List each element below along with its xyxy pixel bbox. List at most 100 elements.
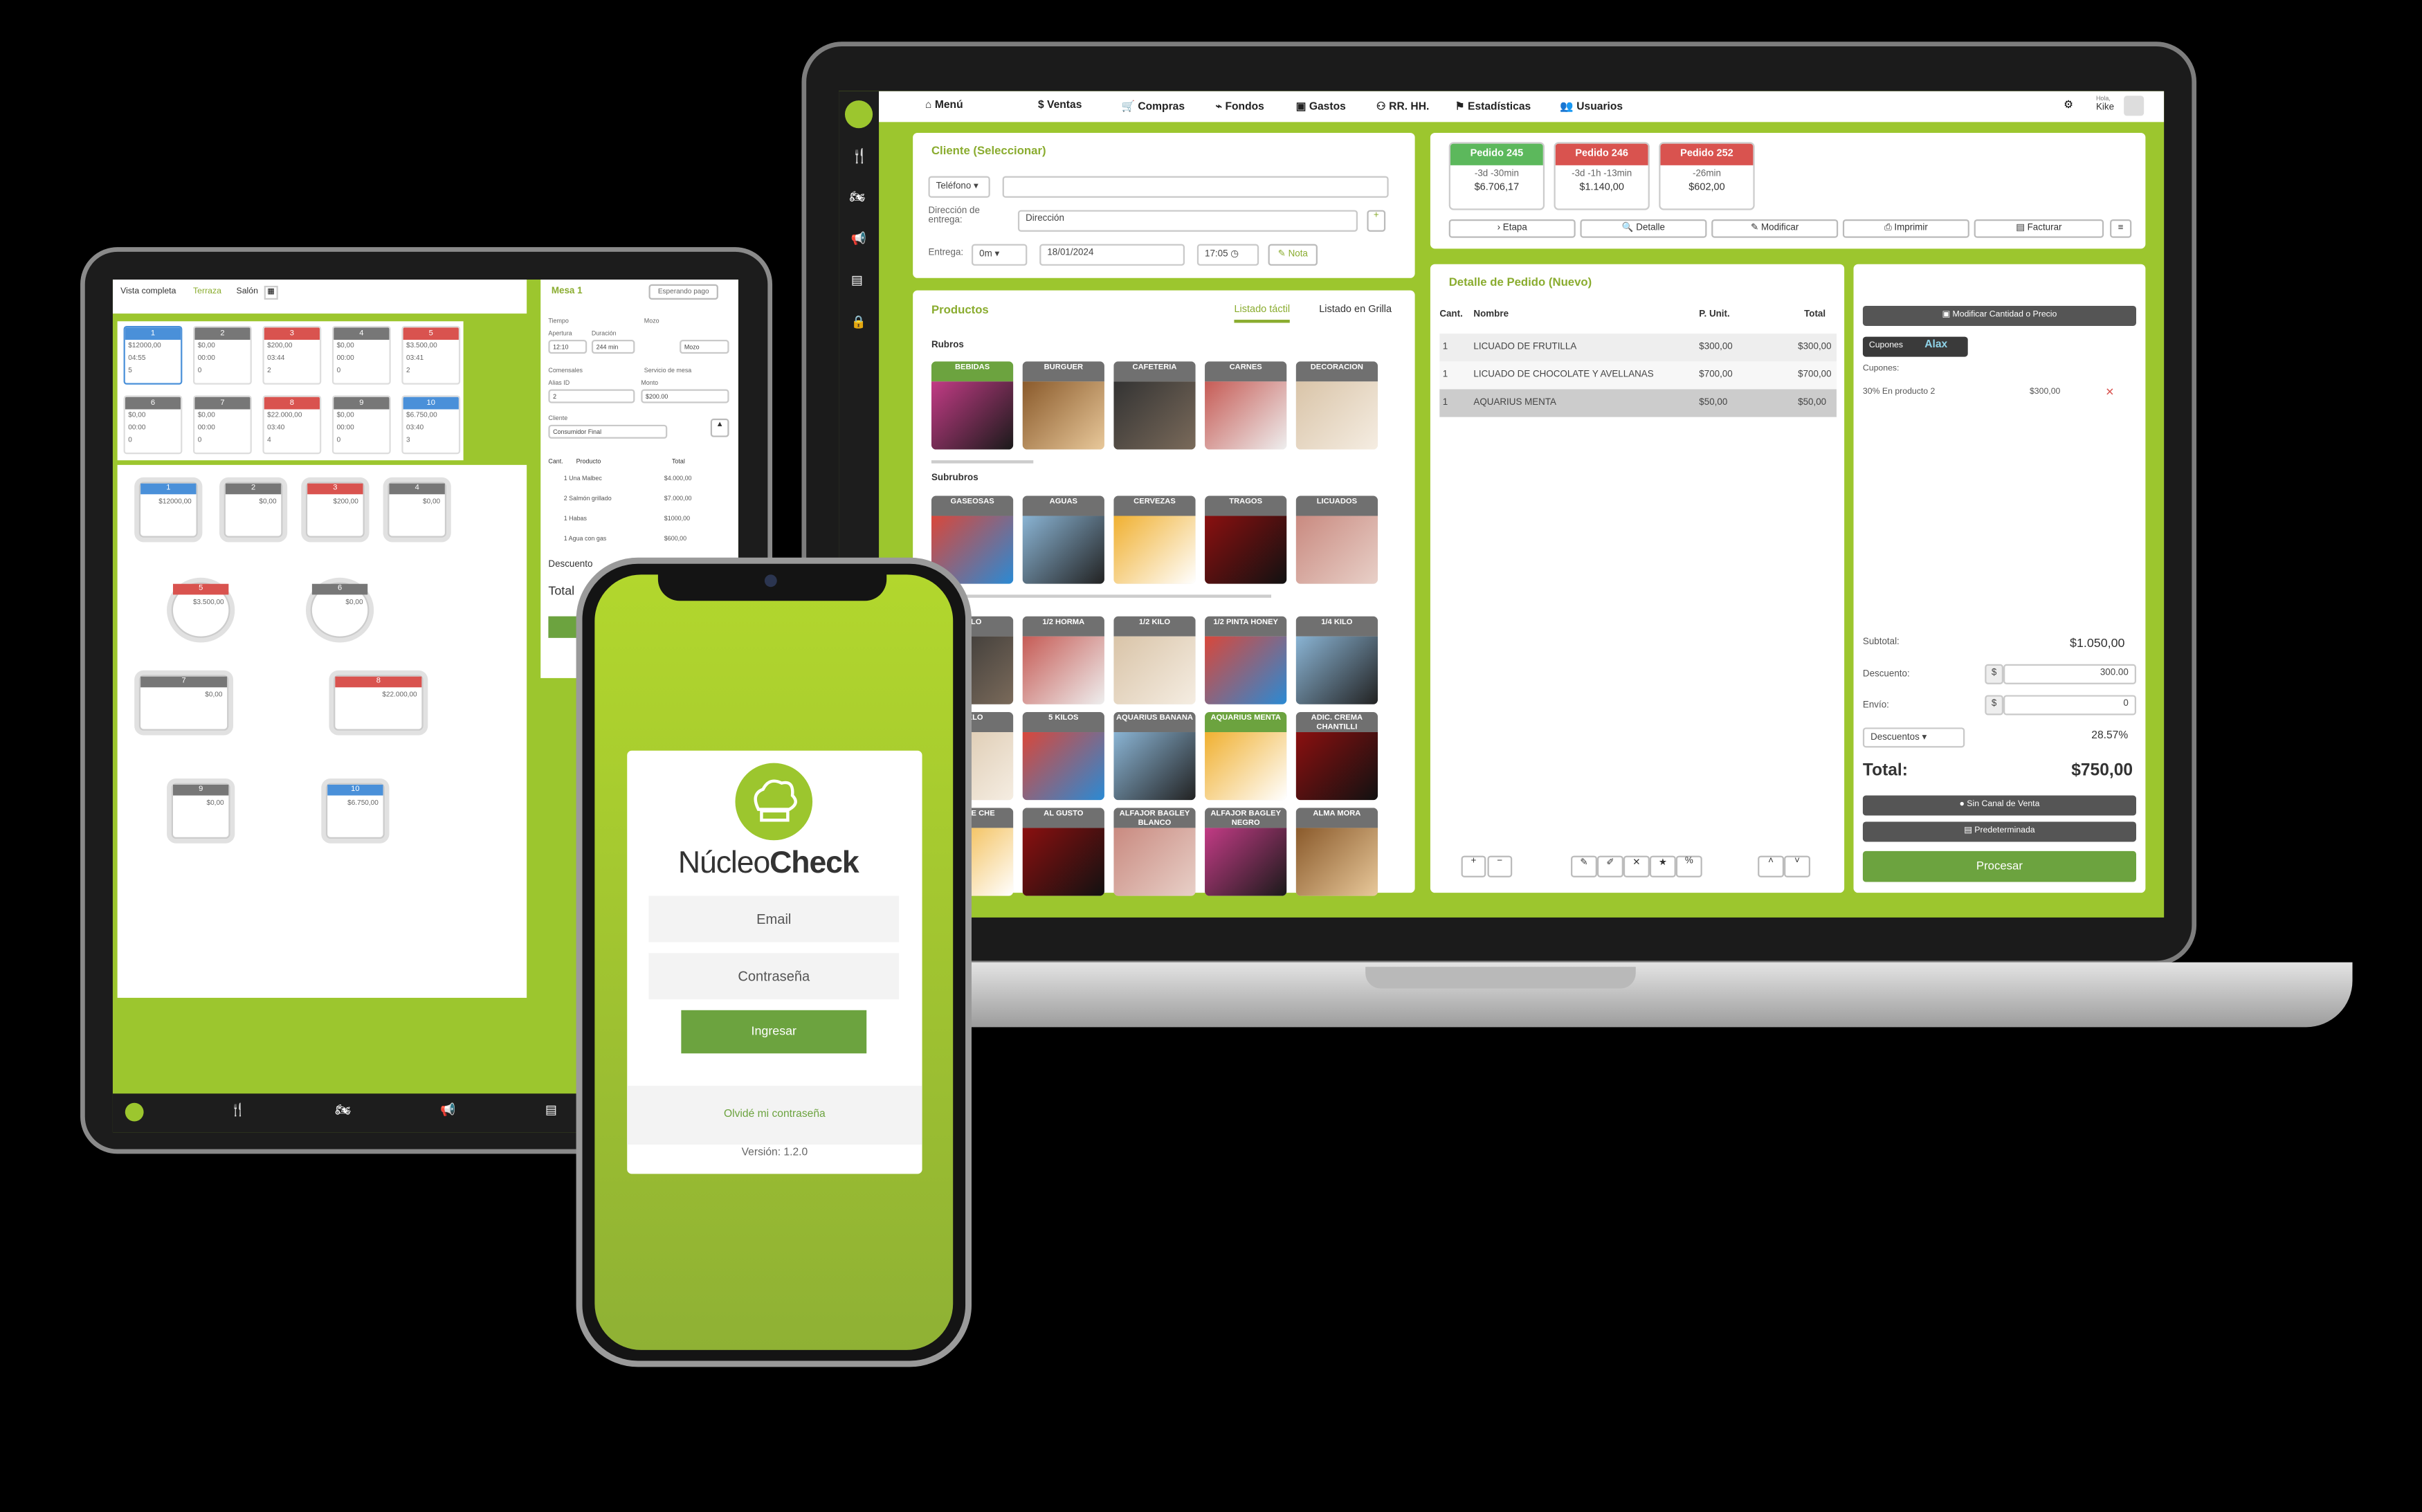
modify-qty-button[interactable]: ▣ Modificar Cantidad o Precio <box>1862 305 2136 326</box>
pencil-icon[interactable]: ✎ <box>1571 855 1597 877</box>
imprimir-button[interactable]: ⎙ Imprimir <box>1842 219 1969 238</box>
product-tile[interactable]: AQUARIUS BANANA <box>1113 711 1196 801</box>
product-tile[interactable]: CERVEZAS <box>1113 495 1196 584</box>
product-tile[interactable]: CAFETERIA <box>1113 361 1196 450</box>
table-row[interactable]: 1 LICUADO DE CHOCOLATE Y AVELLANAS $700,00… <box>1439 361 1837 390</box>
nav-ventas[interactable]: $ Ventas <box>1038 100 1082 111</box>
table-card[interactable]: 2 $0,00 00:00 0 <box>193 325 252 385</box>
cliente-field[interactable]: Consumidor Final <box>548 424 668 439</box>
product-tile[interactable]: AL GUSTO <box>1022 808 1104 896</box>
fork-knife-icon[interactable]: 🍴 <box>851 148 868 165</box>
settings-icon[interactable]: ⚙ <box>2064 99 2073 111</box>
table-card[interactable]: 10 $6.750,00 03:40 3 <box>401 395 461 455</box>
etapa-button[interactable]: › Etapa <box>1448 219 1576 238</box>
table-row[interactable]: 1 AQUARIUS MENTA $50,00 $50,00 <box>1439 389 1837 417</box>
megaphone-icon[interactable]: 📢 <box>851 232 866 246</box>
tab-terraza[interactable]: Terraza <box>193 287 221 296</box>
floor-table[interactable]: 9 $0,00 <box>171 783 230 839</box>
list-item[interactable]: 1 Habas $1000,00 <box>548 514 734 529</box>
nav-compras[interactable]: 🛒 Compras <box>1122 100 1185 113</box>
product-tile[interactable]: AGUAS <box>1022 495 1104 584</box>
star-icon[interactable]: ★ <box>1649 855 1676 877</box>
list-item[interactable]: 2 Salmón grillado $7.000,00 <box>548 494 734 509</box>
scrollbar[interactable] <box>931 460 1034 464</box>
address-select[interactable]: Dirección <box>1017 210 1358 232</box>
email-field[interactable]: Email <box>648 895 900 942</box>
floor-table[interactable]: 6 $0,00 <box>310 582 370 638</box>
tab-listado-grilla[interactable]: Listado en Grilla <box>1319 304 1392 316</box>
list-item[interactable]: 1 Agua con gas $600,00 <box>548 534 734 549</box>
avatar[interactable] <box>2124 95 2145 116</box>
floor-table[interactable]: 5 $3.500,00 <box>171 582 230 638</box>
forgot-password-link[interactable]: Olvidé mi contraseña <box>627 1086 922 1145</box>
password-field[interactable]: Contraseña <box>648 953 900 1000</box>
expand-button[interactable]: ▲ <box>710 418 729 437</box>
facturar-button[interactable]: ▤ Facturar <box>1974 219 2104 238</box>
edit-icon[interactable]: ✐ <box>1596 855 1623 877</box>
product-tile[interactable]: CARNES <box>1205 361 1287 450</box>
floor-table[interactable]: 3 $200,00 <box>305 482 365 538</box>
grid-icon[interactable]: ▦ <box>264 285 278 300</box>
close-icon[interactable]: ✕ <box>1623 855 1650 877</box>
login-button[interactable]: Ingresar <box>681 1010 867 1054</box>
canal-venta-button[interactable]: ● Sin Canal de Venta <box>1862 795 2136 816</box>
pedido-card[interactable]: Pedido 245 -3d -30min $6.706,17 <box>1448 142 1545 210</box>
product-tile[interactable]: BEBIDAS <box>931 361 1014 450</box>
entrega-select[interactable]: 0m ▾ <box>971 244 1028 266</box>
phone-input[interactable] <box>1002 176 1389 198</box>
nav-menu[interactable]: ⌂ Menú <box>925 100 963 111</box>
motorbike-icon[interactable]: 🏍 <box>335 1103 351 1117</box>
percent-icon[interactable]: % <box>1675 855 1702 877</box>
floor-table[interactable]: 1 $12000,00 <box>138 482 198 538</box>
cupones-button[interactable]: Cupones Alax <box>1862 336 1968 357</box>
nav-estadisticas[interactable]: ⚑ Estadísticas <box>1455 100 1531 113</box>
remove-cupon-icon[interactable]: ✕ <box>2105 386 2114 399</box>
tab-listado-tactil[interactable]: Listado táctil <box>1234 304 1291 323</box>
floor-table[interactable]: 7 $0,00 <box>138 675 229 731</box>
table-card[interactable]: 9 $0,00 00:00 0 <box>331 395 391 455</box>
pedido-card[interactable]: Pedido 252 -26min $602,00 <box>1659 142 1755 210</box>
modificar-button[interactable]: ✎ Modificar <box>1711 219 1839 238</box>
tab-vista-completa[interactable]: Vista completa <box>120 287 176 296</box>
table-card[interactable]: 3 $200,00 03:44 2 <box>262 325 322 385</box>
envio-input[interactable]: 0 <box>2003 695 2136 716</box>
chevron-down-icon[interactable]: ˅ <box>1784 855 1811 877</box>
time-input[interactable]: 17:05 ◷ <box>1196 244 1259 266</box>
nav-fondos[interactable]: ⌁ Fondos <box>1216 100 1264 113</box>
floor-table[interactable]: 10 $6.750,00 <box>325 783 385 839</box>
pedido-card[interactable]: Pedido 246 -3d -1h -13min $1.140,00 <box>1554 142 1650 210</box>
product-tile[interactable]: 1/2 PINTA HONEY <box>1205 616 1287 704</box>
descuento-input[interactable]: 300.00 <box>2003 664 2136 684</box>
product-tile[interactable]: 1/2 KILO <box>1113 616 1196 704</box>
scrollbar[interactable] <box>931 594 1272 598</box>
product-tile[interactable]: ALMA MORA <box>1295 808 1378 896</box>
add-address-button[interactable]: + <box>1367 210 1386 232</box>
list-item[interactable]: 1 Una Malbec $4.000,00 <box>548 474 734 489</box>
detalle-button[interactable]: 🔍 Detalle <box>1580 219 1707 238</box>
floor-table[interactable]: 2 $0,00 <box>224 482 283 538</box>
cashier-icon[interactable]: ▤ <box>545 1103 557 1117</box>
duracion-field[interactable]: 244 min <box>591 340 635 354</box>
product-tile[interactable]: BURGUER <box>1022 361 1104 450</box>
estado-badge[interactable]: Esperando pago <box>648 284 718 300</box>
minus-button[interactable]: − <box>1487 855 1513 877</box>
mozo-field[interactable]: Mozo <box>680 340 729 354</box>
product-tile[interactable]: AQUARIUS MENTA <box>1205 711 1287 801</box>
cliente-title[interactable]: Cliente (Seleccionar) <box>931 144 1046 158</box>
product-tile[interactable]: TRAGOS <box>1205 495 1287 584</box>
table-card[interactable]: 6 $0,00 00:00 0 <box>123 395 183 455</box>
table-card[interactable]: 8 $22.000,00 03:40 4 <box>262 395 322 455</box>
table-card[interactable]: 1 $12000,00 04:55 5 <box>123 325 183 385</box>
product-tile[interactable]: 5 KILOS <box>1022 711 1104 801</box>
nav-rrhh[interactable]: ⚇ RR. HH. <box>1376 100 1430 113</box>
cashier-icon[interactable]: ▤ <box>851 273 863 287</box>
alias-field[interactable]: 2 <box>548 389 635 403</box>
fork-knife-icon[interactable]: 🍴 <box>230 1103 246 1117</box>
table-card[interactable]: 5 $3.500,00 03:41 2 <box>401 325 461 385</box>
table-row[interactable]: 1 LICUADO DE FRUTILLA $300,00 $300,00 <box>1439 334 1837 362</box>
more-menu-button[interactable]: ≡ <box>2110 219 2132 238</box>
floor-table[interactable]: 8 $22.000,00 <box>334 675 424 731</box>
note-button[interactable]: ✎ Nota <box>1268 244 1318 266</box>
product-tile[interactable]: 1/2 HORMA <box>1022 616 1104 704</box>
apertura-field[interactable]: 12:10 <box>548 340 588 354</box>
